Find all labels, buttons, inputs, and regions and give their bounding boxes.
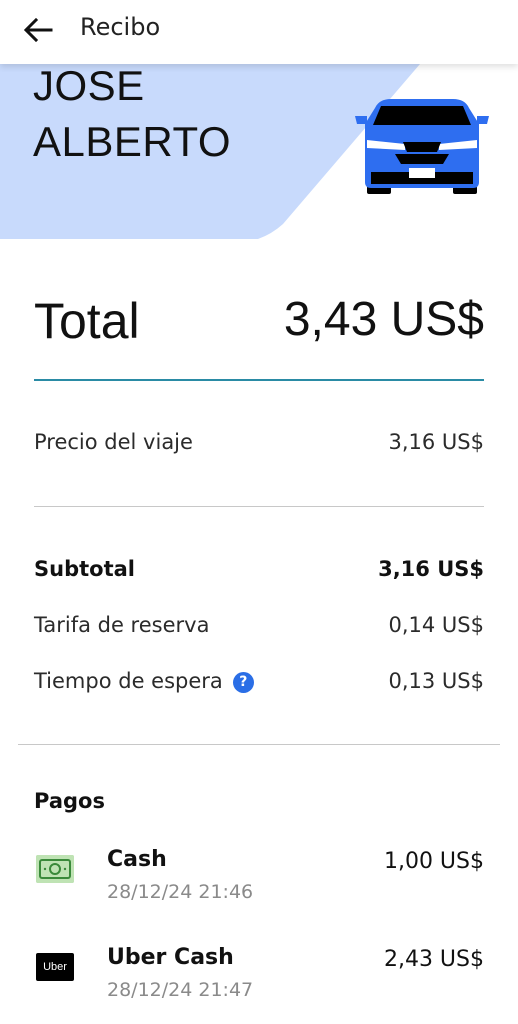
wait-time-label-group: Tiempo de espera? bbox=[34, 669, 254, 693]
payment-name: Uber Cash bbox=[107, 945, 234, 970]
app-header: Recibo bbox=[0, 0, 518, 64]
cash-icon bbox=[36, 855, 74, 883]
payment-row-cash: Cash 28/12/24 21:46 1,00 US$ bbox=[34, 847, 484, 917]
total-label: Total bbox=[34, 293, 140, 349]
arrow-left-icon bbox=[23, 18, 53, 42]
car-icon bbox=[355, 99, 489, 194]
payment-amount: 2,43 US$ bbox=[383, 947, 484, 972]
booking-fee-value: 0,14 US$ bbox=[388, 613, 485, 637]
payments-title: Pagos bbox=[34, 789, 105, 813]
trip-price-label: Precio del viaje bbox=[34, 430, 193, 454]
total-value: 3,43 US$ bbox=[283, 293, 484, 346]
driver-name-line2: ALBERTO bbox=[33, 118, 232, 165]
driver-banner: JOSE ALBERTO bbox=[0, 64, 518, 239]
wait-time-value: 0,13 US$ bbox=[388, 669, 485, 693]
total-row: Total 3,43 US$ bbox=[34, 292, 484, 352]
subtotal-value: 3,16 US$ bbox=[378, 557, 484, 581]
uber-logo-icon: Uber bbox=[36, 953, 74, 981]
help-icon[interactable]: ? bbox=[232, 672, 254, 693]
wait-time-label: Tiempo de espera bbox=[34, 669, 223, 693]
page-title: Recibo bbox=[80, 13, 161, 41]
booking-fee-label: Tarifa de reserva bbox=[34, 613, 210, 637]
driver-name-line1: JOSE bbox=[33, 64, 145, 109]
subtotal-label: Subtotal bbox=[34, 557, 135, 581]
payment-amount: 1,00 US$ bbox=[383, 849, 484, 874]
divider bbox=[18, 744, 500, 745]
divider bbox=[34, 506, 484, 507]
driver-name: JOSE ALBERTO bbox=[33, 64, 231, 170]
total-divider bbox=[34, 379, 484, 381]
payment-row-uber-cash: Uber Uber Cash 28/12/24 21:47 2,43 US$ bbox=[34, 945, 484, 1015]
trip-price-value: 3,16 US$ bbox=[388, 430, 485, 454]
back-button[interactable] bbox=[20, 14, 56, 46]
payment-date: 28/12/24 21:47 bbox=[107, 979, 254, 1001]
payment-date: 28/12/24 21:46 bbox=[107, 881, 254, 903]
payment-name: Cash bbox=[107, 847, 167, 872]
